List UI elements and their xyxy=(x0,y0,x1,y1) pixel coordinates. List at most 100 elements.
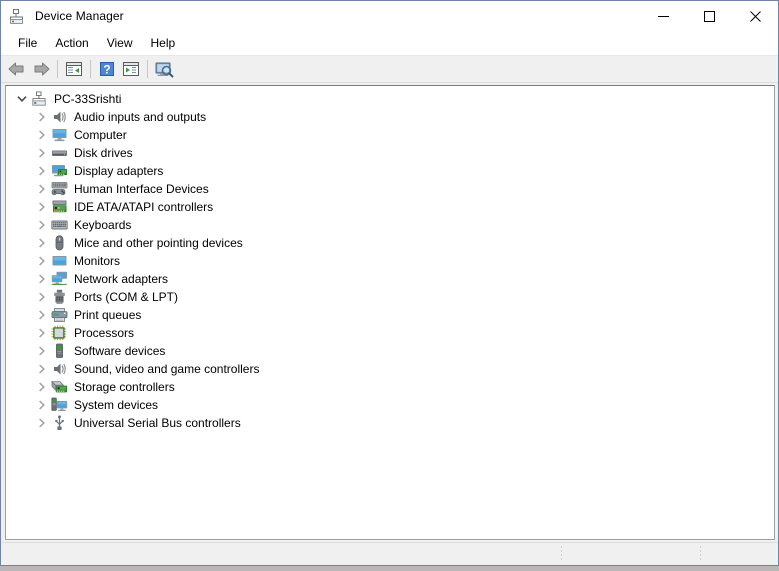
tree-item-label: Storage controllers xyxy=(74,380,175,394)
chevron-right-icon[interactable] xyxy=(34,307,50,323)
tree-item-human-interface-devices[interactable]: Human Interface Devices xyxy=(6,180,774,198)
tree-item-display-adapters[interactable]: Display adapters xyxy=(6,162,774,180)
chevron-right-icon[interactable] xyxy=(34,343,50,359)
minimize-icon xyxy=(657,15,669,17)
tree-item-label: Audio inputs and outputs xyxy=(74,110,207,124)
tree-item-processors[interactable]: Processors xyxy=(6,324,774,342)
status-pane-tertiary xyxy=(700,543,778,565)
toolbar-separator-2 xyxy=(90,60,91,78)
minimize-button[interactable] xyxy=(640,1,686,31)
help-button[interactable]: ? xyxy=(95,58,119,80)
computer-root-icon xyxy=(31,91,48,107)
software-device-icon xyxy=(51,343,68,359)
hid-gamepad-icon xyxy=(51,181,68,197)
tree-item-label: Monitors xyxy=(74,254,121,268)
tree-item-label: Human Interface Devices xyxy=(74,182,209,196)
chevron-right-icon[interactable] xyxy=(34,127,50,143)
close-button[interactable] xyxy=(732,1,778,31)
chevron-right-icon[interactable] xyxy=(34,163,50,179)
window-controls xyxy=(640,1,778,31)
show-hide-console-tree-button[interactable] xyxy=(62,58,86,80)
tree-item-label: Computer xyxy=(74,128,127,142)
tree-item-label: Software devices xyxy=(74,344,166,358)
menu-file[interactable]: File xyxy=(9,33,46,54)
chevron-right-icon[interactable] xyxy=(34,289,50,305)
back-arrow-icon xyxy=(8,62,24,76)
processor-chip-icon xyxy=(51,325,68,341)
tree-item-label: Keyboards xyxy=(74,218,132,232)
tree-item-ports-com-and-lpt[interactable]: Ports (COM & LPT) xyxy=(6,288,774,306)
device-tree-pane[interactable]: PC-33Srishti Audio inputs and outputs Co… xyxy=(5,85,775,540)
tree-item-label: IDE ATA/ATAPI controllers xyxy=(74,200,214,214)
status-pane-message xyxy=(1,543,561,565)
properties-button[interactable] xyxy=(119,58,143,80)
tree-item-universal-serial-bus-controllers[interactable]: Universal Serial Bus controllers xyxy=(6,414,774,432)
show-hide-console-tree-icon xyxy=(66,62,82,76)
tree-item-label: System devices xyxy=(74,398,159,412)
maximize-button[interactable] xyxy=(686,1,732,31)
tree-item-storage-controllers[interactable]: Storage controllers xyxy=(6,378,774,396)
menu-action[interactable]: Action xyxy=(46,33,97,54)
chevron-right-icon[interactable] xyxy=(34,145,50,161)
content-area: PC-33Srishti Audio inputs and outputs Co… xyxy=(1,83,778,541)
tree-item-mice-and-other-pointing-devices[interactable]: Mice and other pointing devices xyxy=(6,234,774,252)
tree-item-monitors[interactable]: Monitors xyxy=(6,252,774,270)
monitor-icon xyxy=(51,127,68,143)
tree-root-label: PC-33Srishti xyxy=(54,92,122,106)
tree-item-system-devices[interactable]: System devices xyxy=(6,396,774,414)
storage-controller-icon xyxy=(51,379,68,395)
display-adapter-icon xyxy=(51,163,68,179)
tree-item-network-adapters[interactable]: Network adapters xyxy=(6,270,774,288)
system-device-icon xyxy=(51,397,68,413)
device-manager-window: Device Manager File Action View Help ? P… xyxy=(0,0,779,566)
maximize-icon xyxy=(703,10,715,22)
speaker-icon xyxy=(51,361,68,377)
chevron-right-icon[interactable] xyxy=(34,253,50,269)
tree-item-keyboards[interactable]: Keyboards xyxy=(6,216,774,234)
chevron-right-icon[interactable] xyxy=(34,217,50,233)
chevron-right-icon[interactable] xyxy=(34,109,50,125)
tree-item-print-queues[interactable]: Print queues xyxy=(6,306,774,324)
close-icon xyxy=(749,10,761,22)
tree-root-node[interactable]: PC-33Srishti xyxy=(6,90,774,108)
forward-button[interactable] xyxy=(29,58,53,80)
device-manager-icon xyxy=(9,8,26,25)
disk-drive-icon xyxy=(51,145,68,161)
tree-item-label: Display adapters xyxy=(74,164,164,178)
tree-item-software-devices[interactable]: Software devices xyxy=(6,342,774,360)
scan-for-hardware-changes-button[interactable] xyxy=(152,58,176,80)
chevron-right-icon[interactable] xyxy=(34,397,50,413)
chevron-right-icon[interactable] xyxy=(34,325,50,341)
usb-icon xyxy=(51,415,68,431)
help-icon: ? xyxy=(100,62,114,77)
tree-item-label: Processors xyxy=(74,326,135,340)
tree-item-ide-ata-atapi-controllers[interactable]: IDE ATA/ATAPI controllers xyxy=(6,198,774,216)
tree-item-computer[interactable]: Computer xyxy=(6,126,774,144)
chevron-down-icon[interactable] xyxy=(14,91,30,107)
menu-view[interactable]: View xyxy=(98,33,142,54)
network-adapter-icon xyxy=(51,271,68,287)
chevron-right-icon[interactable] xyxy=(34,235,50,251)
chevron-right-icon[interactable] xyxy=(34,271,50,287)
tree-item-sound-video-and-game-controllers[interactable]: Sound, video and game controllers xyxy=(6,360,774,378)
keyboard-icon xyxy=(51,217,68,233)
mouse-icon xyxy=(51,235,68,251)
chevron-right-icon[interactable] xyxy=(34,379,50,395)
chevron-right-icon[interactable] xyxy=(34,199,50,215)
menu-help[interactable]: Help xyxy=(142,33,185,54)
status-pane-secondary xyxy=(561,543,700,565)
toolbar: ? xyxy=(1,56,778,83)
tree-item-audio-inputs-and-outputs[interactable]: Audio inputs and outputs xyxy=(6,108,774,126)
chevron-right-icon[interactable] xyxy=(34,415,50,431)
scan-for-hardware-changes-icon xyxy=(155,62,174,77)
forward-arrow-icon xyxy=(34,62,50,76)
back-button[interactable] xyxy=(5,58,29,80)
tree-item-label: Sound, video and game controllers xyxy=(74,362,260,376)
chevron-right-icon[interactable] xyxy=(34,181,50,197)
status-bar xyxy=(1,542,778,565)
toolbar-separator-3 xyxy=(147,60,148,78)
tree-item-disk-drives[interactable]: Disk drives xyxy=(6,144,774,162)
ide-controller-icon xyxy=(51,199,68,215)
title-bar: Device Manager xyxy=(1,1,778,32)
chevron-right-icon[interactable] xyxy=(34,361,50,377)
